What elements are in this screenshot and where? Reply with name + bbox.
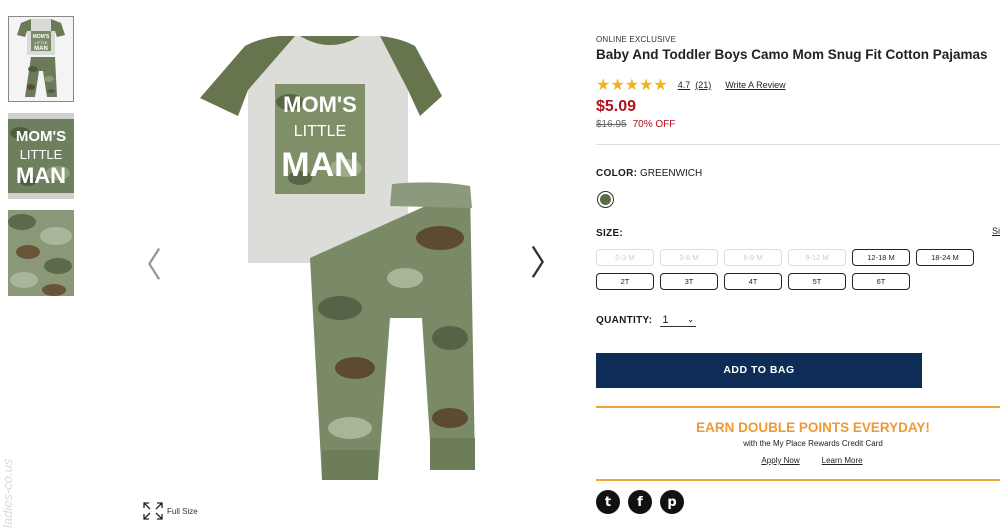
discount-badge: 70% OFF xyxy=(632,119,676,130)
size-option[interactable]: 2T xyxy=(596,273,654,290)
size-option: 0-3 M xyxy=(596,249,654,266)
size-option: 3-6 M xyxy=(660,249,718,266)
color-value: GREENWICH xyxy=(640,168,703,179)
rating-row: ★★★★★ 4.7 (21) Write A Review xyxy=(596,77,1000,93)
promo-title: EARN DOUBLE POINTS EVERYDAY! xyxy=(696,420,930,435)
star-rating: ★★★★★ xyxy=(596,77,668,93)
apply-now-link[interactable]: Apply Now xyxy=(761,456,799,465)
write-review-link[interactable]: Write A Review xyxy=(725,80,785,90)
product-info-panel: ONLINE EXCLUSIVE Baby And Toddler Boys C… xyxy=(596,35,1000,514)
color-swatch-greenwich[interactable] xyxy=(597,191,614,208)
swatch-fill xyxy=(600,194,611,205)
rating-value[interactable]: 4.7 xyxy=(678,80,691,90)
promo-links: Apply Now Learn More xyxy=(624,456,1000,465)
chevron-down-icon: ⌄ xyxy=(686,314,695,324)
thumb-graphic-text-3: MAN xyxy=(34,46,48,52)
size-option[interactable]: 5T xyxy=(788,273,846,290)
size-option[interactable]: 3T xyxy=(660,273,718,290)
main-graphic-text-3: MAN xyxy=(281,146,358,184)
rewards-promo: EARN DOUBLE POINTS EVERYDAY! with the My… xyxy=(596,406,1000,481)
quantity-select[interactable]: 1 ⌄ xyxy=(660,314,697,327)
color-label: COLOR: xyxy=(596,168,638,179)
size-option: 6-9 M xyxy=(724,249,782,266)
add-to-bag-button[interactable]: ADD TO BAG xyxy=(596,353,922,388)
watermark: ladies-co.us xyxy=(0,458,15,528)
size-option: 9-12 M xyxy=(788,249,846,266)
closeup-graphic-text-3: MAN xyxy=(16,163,66,188)
thumbnail-list: MOM'S LITTLE MAN MOM'S LITTLE MAN xyxy=(8,16,74,307)
expand-icon xyxy=(143,502,163,520)
twitter-icon[interactable]: t xyxy=(596,490,620,514)
thumbnail-pajama-set[interactable]: MOM'S LITTLE MAN xyxy=(8,16,74,102)
closeup-graphic-text-1: MOM'S xyxy=(16,128,66,145)
size-option[interactable]: 12-18 M xyxy=(852,249,910,266)
closeup-graphic-text-2: LITTLE xyxy=(20,147,63,162)
full-size-label: Full Size xyxy=(167,506,198,516)
promo-subtitle: with the My Place Rewards Credit Card xyxy=(743,439,883,448)
social-share: t f p xyxy=(596,490,684,514)
size-label: SIZE: xyxy=(596,228,624,239)
review-count[interactable]: (21) xyxy=(695,80,711,90)
pinterest-icon[interactable]: p xyxy=(660,490,684,514)
size-option[interactable]: 6T xyxy=(852,273,910,290)
facebook-icon[interactable]: f xyxy=(628,490,652,514)
chevron-right-icon[interactable]: 〉 xyxy=(530,236,564,285)
sale-price: $5.09 xyxy=(596,98,637,115)
main-graphic-text-1: MOM'S xyxy=(283,92,357,117)
original-price: $16.95 xyxy=(596,119,627,130)
product-image: MOM'S LITTLE MAN xyxy=(150,18,530,498)
quantity-row: QUANTITY: 1 ⌄ xyxy=(596,314,697,327)
star-icons: ★★★★★ xyxy=(596,75,668,94)
size-option[interactable]: 18-24 M xyxy=(916,249,974,266)
online-exclusive-label: ONLINE EXCLUSIVE xyxy=(596,35,677,44)
quantity-value: 1 xyxy=(662,314,669,326)
full-size-button[interactable]: Full Size xyxy=(143,502,198,520)
thumbnail-graphic-closeup[interactable]: MOM'S LITTLE MAN xyxy=(8,113,74,199)
size-guide-link[interactable]: Si xyxy=(992,226,1000,236)
product-title: Baby And Toddler Boys Camo Mom Snug Fit … xyxy=(596,47,988,62)
size-option[interactable]: 4T xyxy=(724,273,782,290)
price-comparison: $16.95 70% OFF xyxy=(596,119,1000,130)
quantity-label: QUANTITY: xyxy=(596,315,653,326)
color-row: COLOR: GREENWICH xyxy=(596,168,702,179)
divider xyxy=(596,144,1000,145)
thumbnail-camo-fabric[interactable] xyxy=(8,210,74,296)
thumb-graphic-text-2: LITTLE xyxy=(34,40,47,45)
learn-more-link[interactable]: Learn More xyxy=(822,456,863,465)
main-graphic-text-2: LITTLE xyxy=(294,123,346,140)
